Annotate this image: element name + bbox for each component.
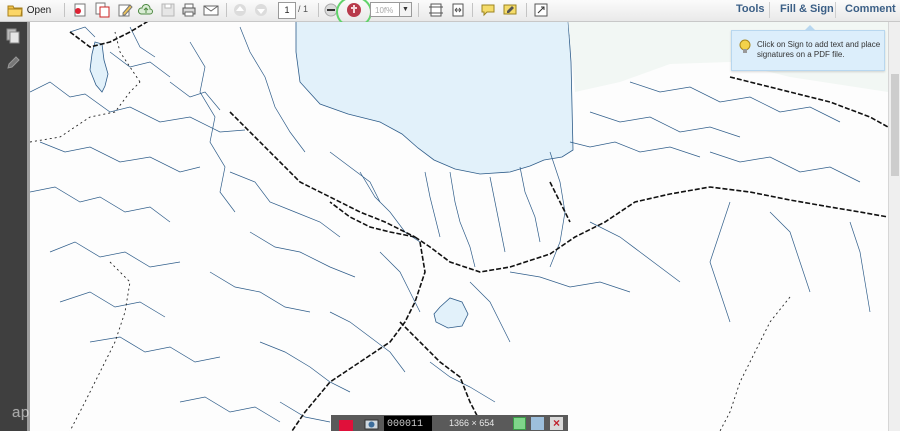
arrow-up-icon bbox=[233, 3, 247, 17]
create-pdf-icon bbox=[72, 2, 88, 18]
small-lake bbox=[433, 297, 469, 329]
toolbar-divider bbox=[64, 3, 65, 17]
pages-icon bbox=[5, 28, 21, 47]
vertical-scrollbar[interactable] bbox=[888, 22, 900, 431]
fit-page-button[interactable] bbox=[427, 2, 445, 18]
create-pdf-button[interactable] bbox=[71, 2, 89, 18]
record-stop-button[interactable] bbox=[339, 420, 353, 431]
chevron-down-icon: ▼ bbox=[402, 6, 409, 13]
maximize-button[interactable] bbox=[513, 417, 526, 430]
pdf-document-map[interactable] bbox=[30, 22, 888, 431]
open-label: Open bbox=[26, 4, 52, 16]
page-thumbnails-button[interactable] bbox=[5, 28, 21, 44]
sticky-note-button[interactable] bbox=[479, 2, 497, 18]
print-button[interactable] bbox=[180, 2, 198, 18]
fit-page-icon bbox=[428, 2, 444, 18]
comment-bubble-icon bbox=[480, 2, 496, 18]
envelope-icon bbox=[203, 2, 219, 18]
email-button[interactable] bbox=[202, 2, 220, 18]
arrow-down-icon bbox=[254, 3, 268, 17]
watermark-text: ap bbox=[12, 404, 30, 421]
pen-icon bbox=[5, 56, 21, 74]
minimize-button[interactable] bbox=[531, 417, 544, 430]
next-page-button[interactable] bbox=[253, 2, 269, 18]
highlight-text-button[interactable] bbox=[501, 2, 519, 18]
toolbar-divider bbox=[526, 3, 527, 17]
zoom-dropdown-button[interactable]: ▼ bbox=[399, 2, 412, 17]
combine-files-button[interactable] bbox=[93, 2, 111, 18]
highlighter-icon bbox=[502, 2, 518, 18]
recording-timer: 000011 bbox=[384, 416, 432, 431]
toolbar-divider bbox=[472, 3, 473, 17]
open-button[interactable]: Open bbox=[4, 2, 54, 18]
comment-link[interactable]: Comment bbox=[845, 3, 896, 15]
save-disk-icon bbox=[160, 2, 176, 18]
capture-size-label: 1366 × 654 bbox=[449, 418, 495, 428]
fill-sign-link[interactable]: Fill & Sign bbox=[780, 3, 834, 15]
folder-icon bbox=[7, 4, 23, 17]
fit-width-button[interactable] bbox=[449, 2, 467, 18]
fit-width-icon bbox=[450, 2, 466, 18]
page-number-input[interactable]: 1 bbox=[278, 2, 296, 19]
combine-files-icon bbox=[94, 2, 110, 18]
edit-pencil-icon bbox=[117, 2, 133, 18]
zoom-level-input[interactable]: 10f% bbox=[370, 2, 400, 17]
map-drawing bbox=[30, 22, 888, 431]
navigation-pane bbox=[0, 22, 27, 431]
screen-recorder-bar: 000011 1366 × 654 × bbox=[331, 415, 568, 431]
main-toolbar: Open 1 / 1 10f% ▼ Tools Fill & Sign Comm… bbox=[0, 0, 900, 28]
tooltip-text: Click on Sign to add text and place sign… bbox=[757, 40, 881, 59]
toolbar-divider bbox=[769, 2, 770, 18]
toolbar-divider bbox=[835, 2, 836, 18]
sign-tooltip: Click on Sign to add text and place sign… bbox=[731, 25, 885, 71]
toolbar-divider bbox=[318, 3, 319, 17]
tooltip-arrow bbox=[804, 25, 816, 31]
close-icon[interactable]: × bbox=[550, 417, 563, 430]
full-screen-button[interactable] bbox=[532, 2, 550, 18]
toolbar-divider bbox=[418, 3, 419, 17]
save-button[interactable] bbox=[159, 2, 177, 18]
cloud-upload-icon bbox=[138, 2, 154, 18]
toolbar-divider bbox=[226, 3, 227, 17]
edit-pdf-button[interactable] bbox=[116, 2, 134, 18]
upload-cloud-button[interactable] bbox=[137, 2, 155, 18]
lightbulb-icon bbox=[739, 39, 751, 58]
page-total-label: / 1 bbox=[298, 4, 309, 14]
lake-urmia bbox=[89, 41, 109, 93]
expand-icon bbox=[533, 2, 549, 18]
printer-icon bbox=[181, 2, 197, 18]
signatures-button[interactable] bbox=[5, 55, 21, 71]
tools-link[interactable]: Tools bbox=[736, 3, 765, 15]
scrollbar-thumb[interactable] bbox=[891, 74, 899, 176]
previous-page-button[interactable] bbox=[232, 2, 248, 18]
caspian-sea bbox=[295, 22, 574, 175]
